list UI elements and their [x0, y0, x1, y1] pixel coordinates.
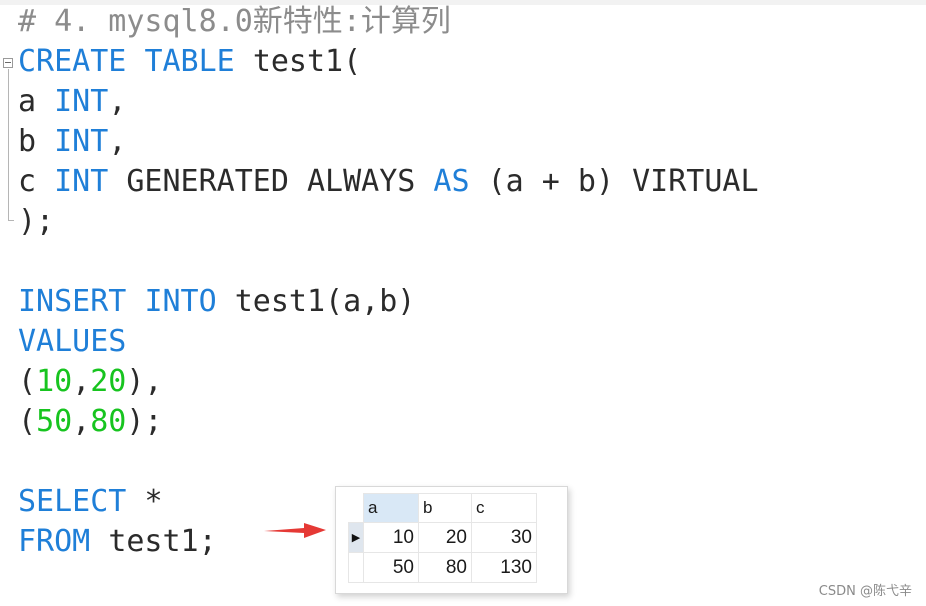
- create-close-line: );: [18, 204, 55, 239]
- table-cell[interactable]: 80: [418, 552, 472, 583]
- red-arrow-icon: [264, 523, 326, 538]
- column-b-name: b: [18, 124, 37, 159]
- comment-line: # 4. mysql8.0新特性:计算列: [18, 4, 451, 39]
- keyword-insert: INSERT: [18, 284, 127, 319]
- fold-guide-line: [8, 69, 9, 221]
- column-c-generated: GENERATED ALWAYS: [126, 164, 416, 199]
- keyword-from: FROM: [18, 524, 91, 559]
- table-cell[interactable]: 130: [471, 552, 537, 583]
- create-table-line: CREATE TABLE test1(: [18, 42, 361, 82]
- values-row-1-b: 20: [90, 364, 127, 399]
- table-cell[interactable]: 30: [471, 522, 537, 553]
- select-line: SELECT *: [18, 482, 163, 522]
- column-b-line: b INT,: [18, 122, 126, 162]
- keyword-create: CREATE: [18, 44, 127, 79]
- result-grid-header: a b c: [348, 493, 537, 523]
- keyword-as: AS: [433, 164, 470, 199]
- table-name-open: test1(: [252, 44, 362, 79]
- keyword-select: SELECT: [18, 484, 127, 519]
- table-cell[interactable]: 50: [363, 552, 419, 583]
- result-grid-panel: a b c ▶ 10 20 30 50 80 130: [335, 486, 568, 594]
- column-b-sep: ,: [108, 124, 127, 159]
- column-a-sep: ,: [108, 84, 127, 119]
- insert-line: INSERT INTO test1(a,b): [18, 282, 415, 322]
- from-target: test1;: [108, 524, 217, 559]
- values-row-2-b: 80: [90, 404, 127, 439]
- current-row-indicator-icon[interactable]: ▶: [348, 522, 364, 553]
- row-header-corner: [348, 493, 364, 523]
- table-row[interactable]: 50 80 130: [348, 552, 537, 583]
- column-c-name: c: [18, 164, 37, 199]
- values-row-1-a: 10: [36, 364, 73, 399]
- column-b-type: INT: [54, 124, 109, 159]
- column-a-line: a INT,: [18, 82, 126, 122]
- column-header-c[interactable]: c: [471, 493, 537, 523]
- table-row[interactable]: ▶ 10 20 30: [348, 522, 537, 553]
- column-c-line: c INT GENERATED ALWAYS AS (a + b) VIRTUA…: [18, 162, 759, 202]
- column-a-name: a: [18, 84, 37, 119]
- column-header-b[interactable]: b: [418, 493, 472, 523]
- column-a-type: INT: [54, 84, 109, 119]
- column-header-a[interactable]: a: [363, 493, 419, 523]
- keyword-table: TABLE: [144, 44, 235, 79]
- row-header[interactable]: [348, 552, 364, 583]
- values-row-2-close: );: [126, 404, 163, 439]
- values-row-1: (10,20),: [18, 362, 163, 402]
- values-row-1-close: ),: [126, 364, 163, 399]
- values-row-1-sep: ,: [72, 364, 91, 399]
- values-row-1-open: (: [18, 364, 37, 399]
- table-cell[interactable]: 10: [363, 522, 419, 553]
- table-cell[interactable]: 20: [418, 522, 472, 553]
- column-c-type: INT: [54, 164, 109, 199]
- values-row-2-a: 50: [36, 404, 73, 439]
- values-row-2-open: (: [18, 404, 37, 439]
- keyword-values: VALUES: [18, 324, 127, 359]
- fold-collapse-icon[interactable]: [3, 58, 13, 68]
- select-star: *: [144, 484, 163, 519]
- values-row-2-sep: ,: [72, 404, 91, 439]
- result-grid: a b c ▶ 10 20 30 50 80 130: [348, 493, 537, 583]
- values-row-2: (50,80);: [18, 402, 163, 442]
- column-c-expression: (a + b) VIRTUAL: [487, 164, 759, 199]
- from-line: FROM test1;: [18, 522, 217, 562]
- watermark: CSDN @陈弋辛: [818, 584, 912, 599]
- insert-target: test1(a,b): [234, 284, 416, 319]
- fold-guide-end: [8, 220, 14, 221]
- keyword-into: INTO: [144, 284, 217, 319]
